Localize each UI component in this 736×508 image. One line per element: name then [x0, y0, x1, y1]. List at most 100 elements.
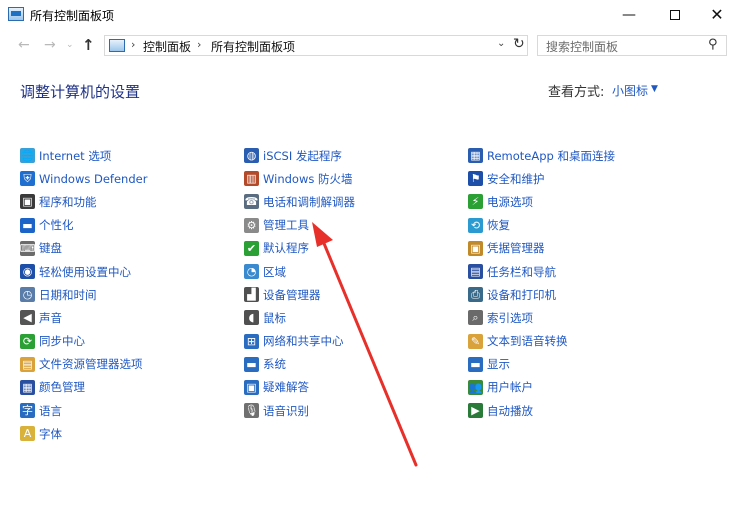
- control-panel-item-label: 显示: [487, 357, 510, 372]
- control-panel-item-label: 文件资源管理器选项: [39, 357, 143, 372]
- control-panel-icon: [8, 7, 24, 21]
- control-panel-item-label: 自动播放: [487, 403, 533, 418]
- display-icon: ▬: [468, 356, 483, 372]
- breadcrumb-control-panel[interactable]: 控制面板: [143, 38, 191, 55]
- phone-modem-icon: ☎: [244, 194, 259, 210]
- address-dropdown-icon[interactable]: ⌄: [497, 38, 505, 49]
- control-panel-item-label: 鼠标: [263, 310, 286, 325]
- control-panel-item[interactable]: ▣ 疑难解答: [244, 376, 464, 399]
- globe-icon: 🌐: [20, 148, 35, 164]
- control-panel-item[interactable]: 🎙 语音识别: [244, 399, 464, 422]
- items-column-2: ◍ iSCSI 发起程序 ▥ Windows 防火墙 ☎ 电话和调制解调器 ⚙ 管理工具 ✔ 默认…: [244, 144, 464, 422]
- control-panel-item[interactable]: 👥 用户帐户: [468, 376, 688, 399]
- control-panel-item-label: 凭据管理器: [487, 241, 545, 256]
- items-column-1: 🌐 Internet 选项 ⛨ Windows Defender ▣ 程序和功能 ▬ 个性化 ⌨…: [20, 144, 240, 445]
- control-panel-item[interactable]: ⊞ 网络和共享中心: [244, 330, 464, 353]
- control-panel-item[interactable]: 🌐 Internet 选项: [20, 144, 240, 167]
- control-panel-item[interactable]: ⟳ 同步中心: [20, 330, 240, 353]
- remoteapp-icon: ▦: [468, 148, 483, 164]
- forward-button[interactable]: →: [44, 30, 56, 60]
- close-button[interactable]: ✕: [694, 0, 736, 30]
- control-panel-item-label: 安全和维护: [487, 171, 545, 186]
- control-panel-item-label: 区域: [263, 264, 286, 279]
- address-bar[interactable]: › 控制面板 › 所有控制面板项 ⌄ ↻: [104, 35, 528, 56]
- flag-icon: ⚑: [468, 171, 483, 187]
- control-panel-item[interactable]: A 字体: [20, 422, 240, 445]
- control-panel-item[interactable]: ▦ RemoteApp 和桌面连接: [468, 144, 688, 167]
- control-panel-item[interactable]: ✎ 文本到语音转换: [468, 330, 688, 353]
- up-button[interactable]: ↑: [82, 30, 95, 60]
- iscsi-icon: ◍: [244, 148, 259, 164]
- back-button[interactable]: ←: [18, 30, 30, 60]
- control-panel-item[interactable]: ▥ Windows 防火墙: [244, 167, 464, 190]
- control-panel-item-label: 恢复: [487, 218, 510, 233]
- recent-locations-chevron-icon[interactable]: ⌄: [66, 30, 74, 60]
- control-panel-item[interactable]: ◍ iSCSI 发起程序: [244, 144, 464, 167]
- shield-icon: ⛨: [20, 171, 35, 187]
- credential-icon: ▣: [468, 240, 483, 256]
- control-panel-item[interactable]: ⚑ 安全和维护: [468, 167, 688, 190]
- control-panel-item[interactable]: 字语言: [20, 399, 240, 422]
- control-panel-item-label: 电源选项: [487, 194, 533, 209]
- control-panel-item-label: 颜色管理: [39, 380, 85, 395]
- control-panel-item[interactable]: ⎙ 设备和打印机: [468, 283, 688, 306]
- control-panel-item[interactable]: ⚡ 电源选项: [468, 190, 688, 213]
- control-panel-item[interactable]: ☎ 电话和调制解调器: [244, 190, 464, 213]
- view-by-dropdown[interactable]: 小图标: [612, 82, 648, 99]
- refresh-icon[interactable]: ↻: [513, 36, 525, 52]
- control-panel-item[interactable]: ◷ 日期和时间: [20, 283, 240, 306]
- control-panel-item[interactable]: ◉ 轻松使用设置中心: [20, 260, 240, 283]
- maximize-button[interactable]: [652, 0, 698, 30]
- speaker-icon: ◀: [20, 310, 35, 326]
- minimize-button[interactable]: —: [606, 0, 652, 30]
- control-panel-item[interactable]: ◖ 鼠标: [244, 306, 464, 329]
- region-icon: ◔: [244, 264, 259, 280]
- indexing-icon: ⌕: [468, 310, 483, 326]
- control-panel-item[interactable]: ▣ 程序和功能: [20, 190, 240, 213]
- control-panel-item[interactable]: ⛨ Windows Defender: [20, 167, 240, 190]
- control-panel-item[interactable]: ▬ 显示: [468, 353, 688, 376]
- control-panel-item[interactable]: ▟ 设备管理器: [244, 283, 464, 306]
- microphone-icon: 🎙: [244, 403, 259, 419]
- control-panel-item-label: 同步中心: [39, 334, 85, 349]
- color-management-icon: ▦: [20, 379, 35, 395]
- language-icon: 字: [20, 403, 35, 419]
- printer-icon: ⎙: [468, 287, 483, 303]
- troubleshoot-icon: ▣: [244, 379, 259, 395]
- control-panel-item[interactable]: ⌨ 键盘: [20, 237, 240, 260]
- breadcrumb-separator[interactable]: ›: [131, 38, 135, 51]
- control-panel-item[interactable]: ▶ 自动播放: [468, 399, 688, 422]
- control-panel-item[interactable]: ⌕ 索引选项: [468, 306, 688, 329]
- monitor-icon: ▬: [20, 217, 35, 233]
- navigation-bar: ← → ⌄ ↑ › 控制面板 › 所有控制面板项 ⌄ ↻ 搜索控制面板 ⚲: [0, 30, 736, 60]
- control-panel-item[interactable]: ⟲ 恢复: [468, 214, 688, 237]
- sync-icon: ⟳: [20, 333, 35, 349]
- breadcrumb-all-items[interactable]: 所有控制面板项: [211, 38, 295, 55]
- search-box[interactable]: 搜索控制面板 ⚲: [537, 35, 727, 56]
- search-input[interactable]: 搜索控制面板: [546, 38, 618, 55]
- default-programs-icon: ✔: [244, 240, 259, 256]
- firewall-icon: ▥: [244, 171, 259, 187]
- control-panel-item-label: 设备和打印机: [487, 287, 556, 302]
- window-title: 所有控制面板项: [30, 9, 115, 23]
- control-panel-item[interactable]: ⚙ 管理工具: [244, 214, 464, 237]
- control-panel-item-label: 系统: [263, 357, 286, 372]
- network-icon: ⊞: [244, 333, 259, 349]
- control-panel-item[interactable]: ◔ 区域: [244, 260, 464, 283]
- control-panel-item[interactable]: ▤ 文件资源管理器选项: [20, 353, 240, 376]
- view-by-caret-icon[interactable]: ▼: [651, 84, 658, 94]
- control-panel-item[interactable]: ▬ 个性化: [20, 214, 240, 237]
- programs-icon: ▣: [20, 194, 35, 210]
- control-panel-item[interactable]: ▤ 任务栏和导航: [468, 260, 688, 283]
- control-panel-item[interactable]: ✔ 默认程序: [244, 237, 464, 260]
- control-panel-item[interactable]: ▣ 凭据管理器: [468, 237, 688, 260]
- control-panel-item[interactable]: ▦ 颜色管理: [20, 376, 240, 399]
- search-icon[interactable]: ⚲: [708, 37, 718, 52]
- control-panel-item-label: 电话和调制解调器: [263, 194, 355, 209]
- control-panel-item-label: 疑难解答: [263, 380, 309, 395]
- breadcrumb-separator[interactable]: ›: [197, 38, 201, 51]
- control-panel-item[interactable]: ▬ 系统: [244, 353, 464, 376]
- view-by-label: 查看方式:: [548, 85, 605, 100]
- control-panel-item[interactable]: ◀ 声音: [20, 306, 240, 329]
- taskbar-icon: ▤: [468, 264, 483, 280]
